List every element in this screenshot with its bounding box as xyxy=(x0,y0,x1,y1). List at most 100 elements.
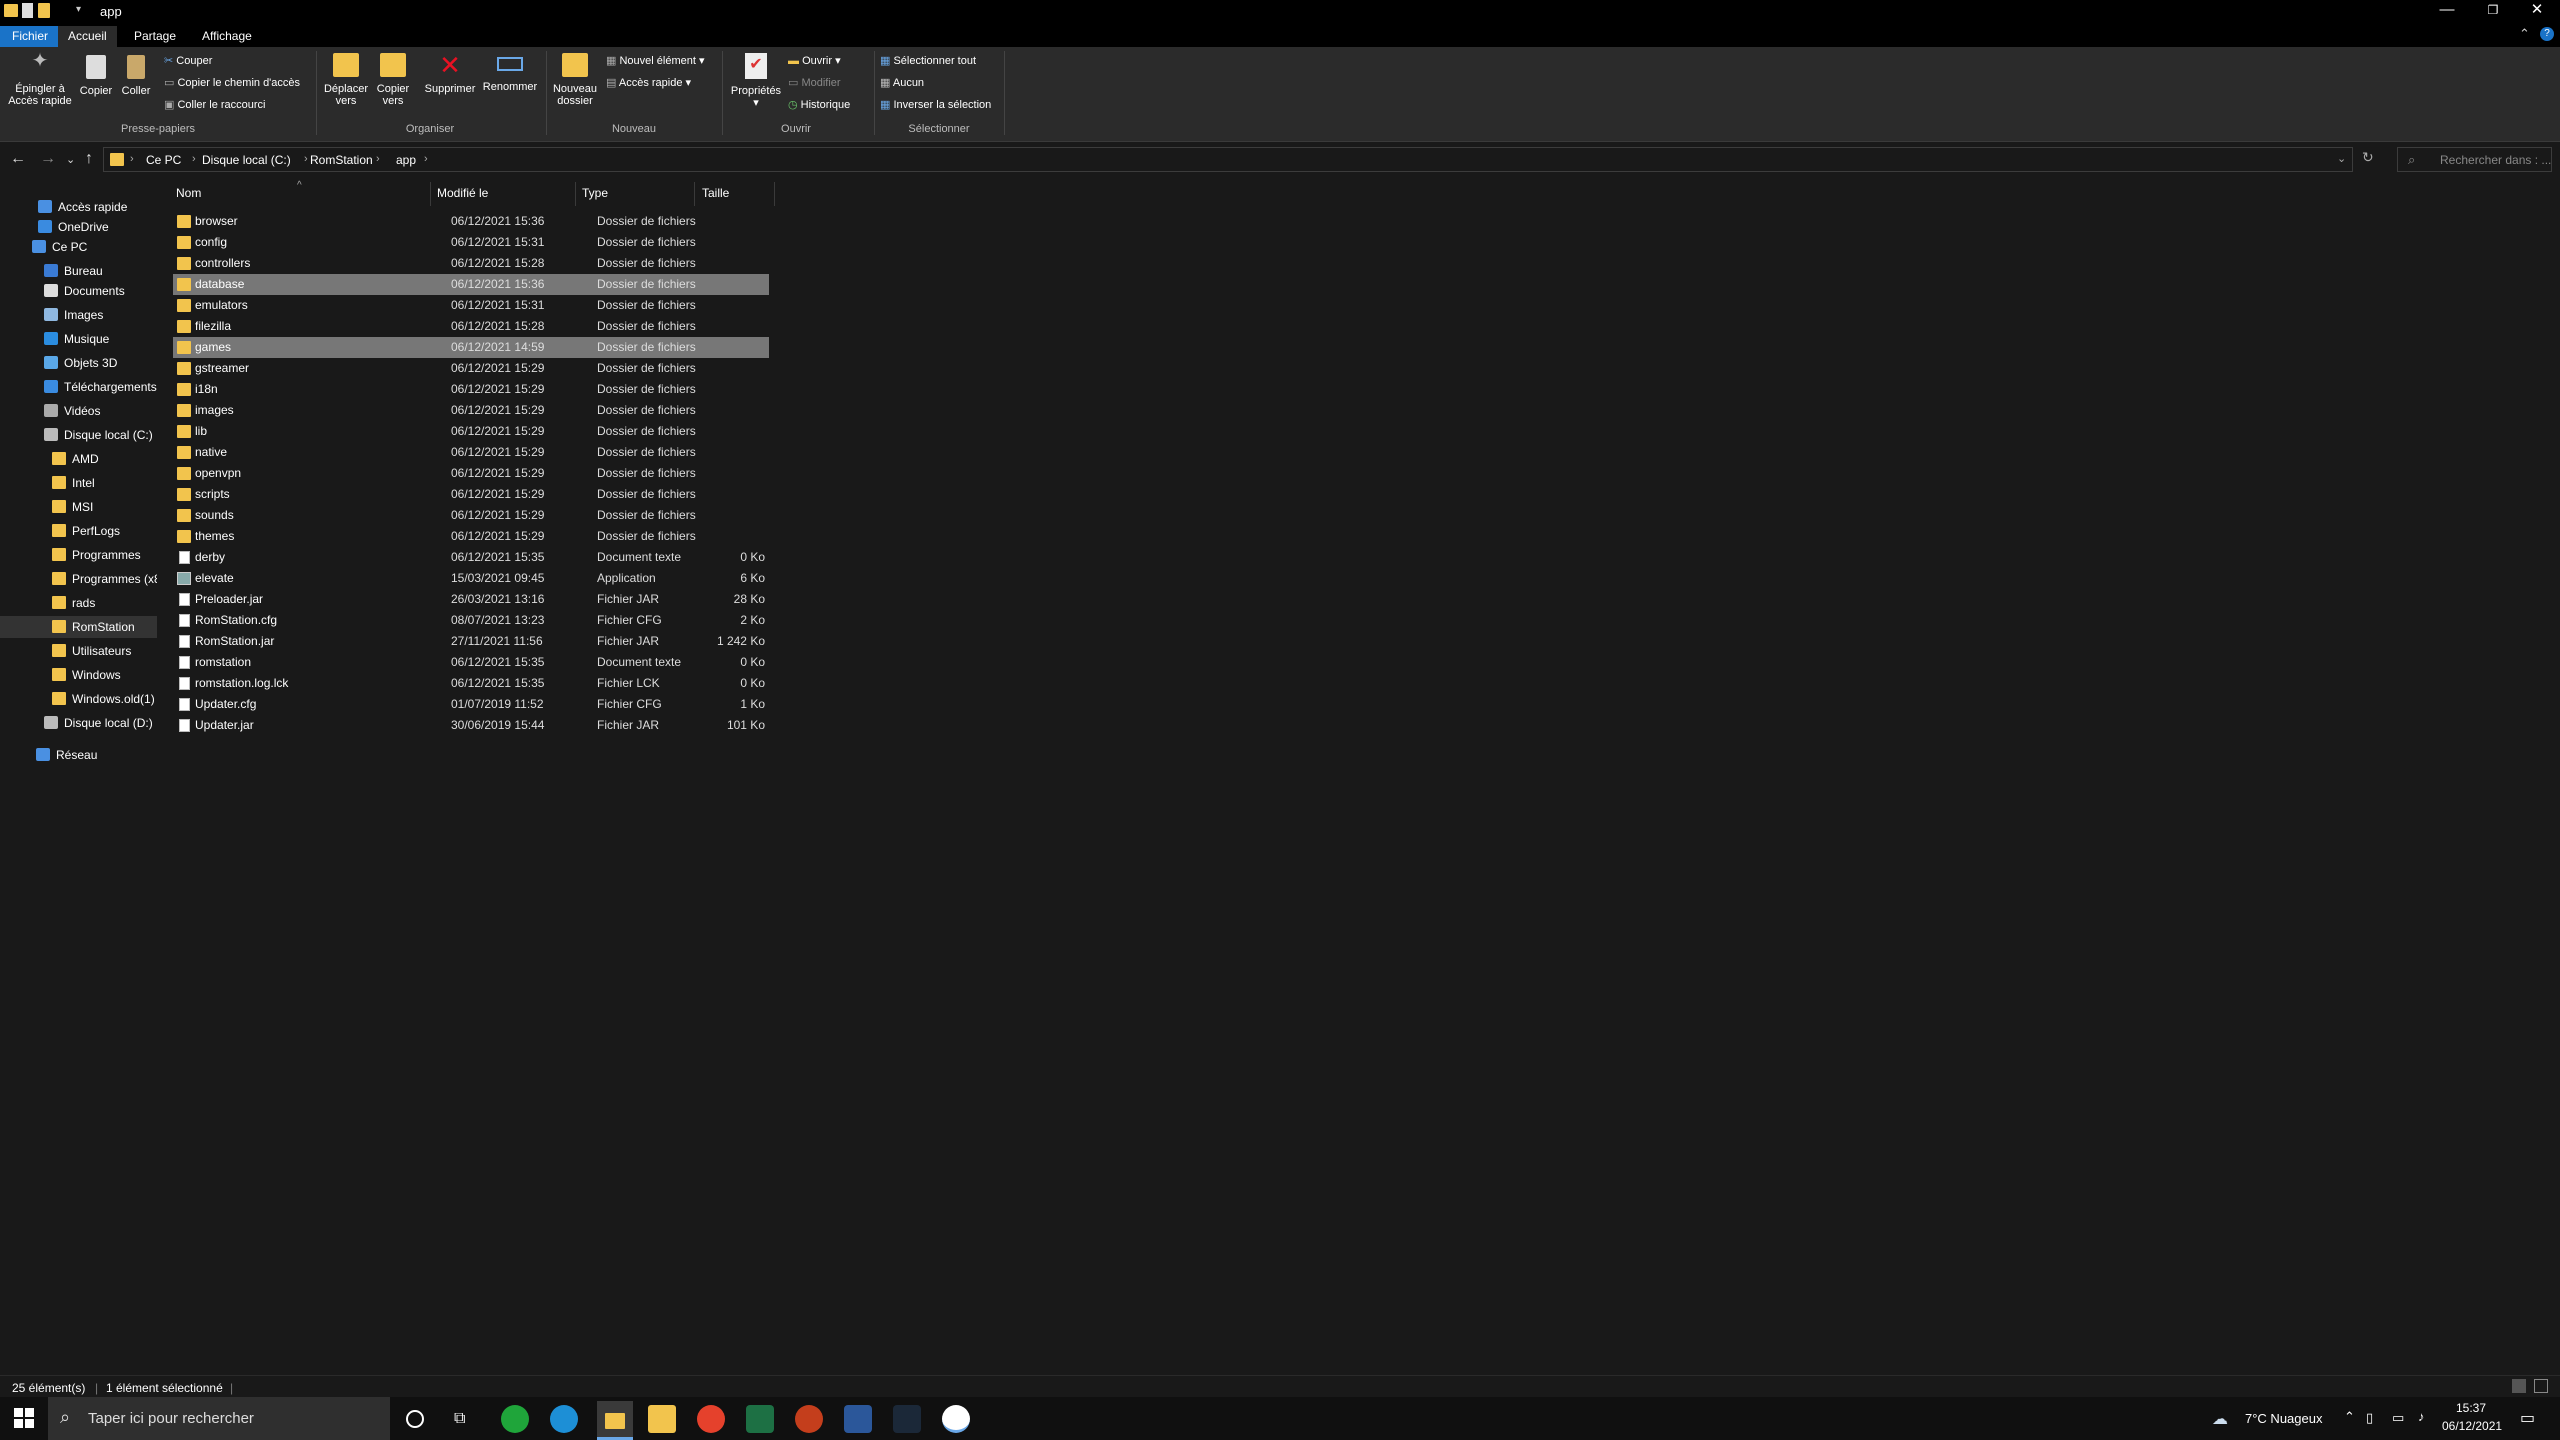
romstation-taskbar-icon[interactable] xyxy=(942,1405,970,1433)
file-row[interactable]: filezilla 06/12/2021 15:28 Dossier de fich… xyxy=(173,316,769,337)
file-row[interactable]: games 06/12/2021 14:59 Dossier de fichiers xyxy=(173,337,769,358)
sidebar-item-acc-s-rapide[interactable]: Accès rapide xyxy=(0,196,157,218)
file-row[interactable]: Updater.jar 30/06/2019 15:44 Fichier JAR 10… xyxy=(173,715,769,736)
delete-button[interactable]: ✕ Supprimer xyxy=(420,52,480,95)
store-icon[interactable] xyxy=(648,1405,676,1433)
easy-access-button[interactable]: ▤ Accès rapide ▾ xyxy=(606,76,691,90)
sidebar-item-romstation[interactable]: RomStation xyxy=(0,616,157,638)
tray-device-icon[interactable]: ▯ xyxy=(2366,1410,2373,1426)
address-bar[interactable]: › Ce PC › Disque local (C:) › RomStation… xyxy=(103,147,2353,172)
new-item-button[interactable]: ▦ Nouvel élément ▾ xyxy=(606,54,704,68)
large-icons-view-icon[interactable] xyxy=(2534,1379,2548,1393)
word-icon[interactable] xyxy=(844,1405,872,1433)
sidebar-item-windows[interactable]: Windows xyxy=(0,664,157,686)
edit-button[interactable]: ▭ Modifier xyxy=(788,76,841,90)
column-divider[interactable] xyxy=(575,182,576,206)
file-row[interactable]: RomStation.jar 27/11/2021 11:56 Fichier JA… xyxy=(173,631,769,652)
sidebar-item-disque-local-d-[interactable]: Disque local (D:) xyxy=(0,712,157,734)
sidebar-item-perflogs[interactable]: PerfLogs xyxy=(0,520,157,542)
minimize-button[interactable]: — xyxy=(2424,0,2470,22)
file-row[interactable]: browser 06/12/2021 15:36 Dossier de fichie… xyxy=(173,211,769,232)
copy-to-button[interactable]: Copier vers xyxy=(370,53,416,107)
windows-start-icon[interactable] xyxy=(14,1408,34,1428)
sidebar-item-disque-local-c-[interactable]: Disque local (C:) xyxy=(0,424,157,446)
powerpoint-icon[interactable] xyxy=(795,1405,823,1433)
invert-selection-button[interactable]: ▦ Inverser la sélection xyxy=(880,98,991,112)
task-view-icon[interactable]: ⧉ xyxy=(454,1410,465,1428)
open-button[interactable]: ▬ Ouvrir ▾ xyxy=(788,54,841,68)
file-row[interactable]: database 06/12/2021 15:36 Dossier de fichi… xyxy=(173,274,769,295)
sidebar-item-onedrive[interactable]: OneDrive xyxy=(0,216,157,238)
file-row[interactable]: elevate 15/03/2021 09:45 Application 6 Ko xyxy=(173,568,769,589)
paste-button[interactable]: Coller xyxy=(118,55,154,97)
file-row[interactable]: controllers 06/12/2021 15:28 Dossier de fi… xyxy=(173,253,769,274)
notifications-icon[interactable]: ▭ xyxy=(2520,1408,2535,1428)
sidebar-item-t-l-chargements[interactable]: Téléchargements xyxy=(0,376,157,398)
file-row[interactable]: config 06/12/2021 15:31 Dossier de fichier… xyxy=(173,232,769,253)
sidebar-item-ce-pc[interactable]: Ce PC xyxy=(0,236,157,258)
paste-shortcut-button[interactable]: ▣ Coller le raccourci xyxy=(164,98,266,112)
cut-button[interactable]: ✂ Couper xyxy=(164,54,212,68)
file-row[interactable]: Preloader.jar 26/03/2021 13:16 Fichier JAR… xyxy=(173,589,769,610)
excel-icon[interactable] xyxy=(746,1405,774,1433)
file-row[interactable]: Updater.cfg 01/07/2019 11:52 Fichier CFG 1 … xyxy=(173,694,769,715)
history-button[interactable]: ◷ Historique xyxy=(788,98,850,112)
file-row[interactable]: romstation.log.lck 06/12/2021 15:35 Fichie… xyxy=(173,673,769,694)
column-divider[interactable] xyxy=(430,182,431,206)
tab-fichier[interactable]: Fichier xyxy=(0,26,61,47)
search-input[interactable]: ⌕ Rechercher dans : ... xyxy=(2397,147,2552,172)
move-to-button[interactable]: Déplacer vers xyxy=(322,53,370,107)
select-none-button[interactable]: ▦ Aucun xyxy=(880,76,924,90)
column-header-type[interactable]: Type xyxy=(582,186,608,206)
breadcrumb-romstation[interactable]: RomStation xyxy=(310,153,373,167)
rename-button[interactable]: Renommer xyxy=(480,53,540,93)
file-row[interactable]: lib 06/12/2021 15:29 Dossier de fichiers xyxy=(173,421,769,442)
breadcrumb-app[interactable]: app xyxy=(396,153,416,167)
file-row[interactable]: openvpn 06/12/2021 15:29 Dossier de fichie… xyxy=(173,463,769,484)
back-icon[interactable]: ← xyxy=(10,150,26,168)
sidebar-item-programmes[interactable]: Programmes xyxy=(0,544,157,566)
copy-path-button[interactable]: ▭ Copier le chemin d'accès xyxy=(164,76,300,90)
sidebar-item-utilisateurs[interactable]: Utilisateurs xyxy=(0,640,157,662)
file-row[interactable]: romstation 06/12/2021 15:35 Document texte… xyxy=(173,652,769,673)
file-row[interactable]: i18n 06/12/2021 15:29 Dossier de fichiers xyxy=(173,379,769,400)
steam-icon[interactable] xyxy=(893,1405,921,1433)
file-row[interactable]: emulators 06/12/2021 15:31 Dossier de fich… xyxy=(173,295,769,316)
sidebar-item-bureau[interactable]: Bureau xyxy=(0,260,157,282)
up-icon[interactable]: ↑ xyxy=(85,150,93,168)
clock-date[interactable]: 06/12/2021 xyxy=(2442,1419,2502,1433)
chevron-down-icon[interactable]: ⌄ xyxy=(2337,152,2346,165)
refresh-icon[interactable]: ↻ xyxy=(2362,149,2374,166)
file-row[interactable]: RomStation.cfg 08/07/2021 13:23 Fichier CF… xyxy=(173,610,769,631)
column-divider[interactable] xyxy=(694,182,695,206)
new-folder-icon[interactable] xyxy=(38,3,50,18)
pin-quick-access-button[interactable]: ✦ Épingler à Accès rapide xyxy=(4,51,76,107)
sidebar-item-programmes-x86-[interactable]: Programmes (x86) xyxy=(0,568,171,590)
show-hidden-icons-icon[interactable]: ⌃ xyxy=(2344,1409,2355,1425)
recent-locations-icon[interactable]: ⌄ xyxy=(66,153,75,166)
razer-icon[interactable] xyxy=(501,1405,529,1433)
close-button[interactable]: ✕ xyxy=(2514,0,2560,22)
edge-icon[interactable] xyxy=(550,1405,578,1433)
properties-icon[interactable] xyxy=(22,3,33,18)
breadcrumb-disque-c[interactable]: Disque local (C:) xyxy=(202,153,291,167)
forward-icon[interactable]: → xyxy=(40,150,56,168)
taskbar-search-input[interactable]: ⌕ Taper ici pour rechercher xyxy=(48,1397,390,1440)
details-view-icon[interactable] xyxy=(2512,1379,2526,1393)
network-icon[interactable]: ▭ xyxy=(2392,1410,2404,1426)
column-divider[interactable] xyxy=(774,182,775,206)
file-explorer-taskbar-icon[interactable] xyxy=(597,1401,633,1440)
file-row[interactable]: themes 06/12/2021 15:29 Dossier de fichier… xyxy=(173,526,769,547)
properties-button[interactable]: ✔ Propriétés ▾ xyxy=(728,53,784,109)
column-header-modified[interactable]: Modifié le xyxy=(437,186,488,206)
file-row[interactable]: images 06/12/2021 15:29 Dossier de fichier… xyxy=(173,400,769,421)
breadcrumb-ce-pc[interactable]: Ce PC xyxy=(146,153,181,167)
cortana-icon[interactable] xyxy=(406,1410,424,1428)
sidebar-item-msi[interactable]: MSI xyxy=(0,496,157,518)
sidebar-item-amd[interactable]: AMD xyxy=(0,448,157,470)
file-row[interactable]: gstreamer 06/12/2021 15:29 Dossier de fich… xyxy=(173,358,769,379)
sidebar-item-rads[interactable]: rads xyxy=(0,592,157,614)
select-all-button[interactable]: ▦ Sélectionner tout xyxy=(880,54,976,68)
sidebar-item-intel[interactable]: Intel xyxy=(0,472,157,494)
file-row[interactable]: native 06/12/2021 15:29 Dossier de fichier… xyxy=(173,442,769,463)
